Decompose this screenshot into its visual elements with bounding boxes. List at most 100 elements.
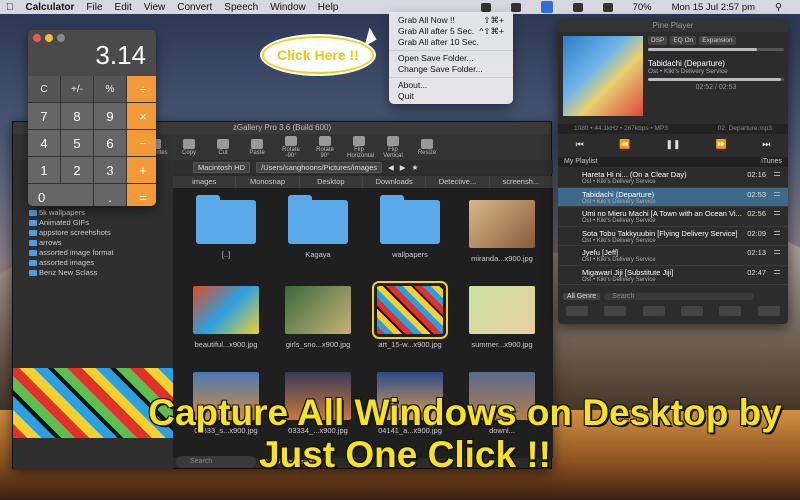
tree-item[interactable]: Animated GIFs	[13, 218, 173, 228]
zoom-icon[interactable]	[57, 34, 65, 42]
dsp-button[interactable]: DSP	[648, 36, 668, 45]
rotate-left-button[interactable]: Rotate -90°	[279, 135, 303, 159]
menu-edit[interactable]: Edit	[115, 2, 132, 13]
shuffle-icon[interactable]	[604, 306, 627, 316]
menu-app-name[interactable]: Calculator	[26, 2, 75, 13]
drag-handle-icon[interactable]	[774, 172, 780, 176]
menu-window[interactable]: Window	[270, 2, 306, 13]
folder-item[interactable]: wallpapers	[369, 195, 451, 278]
drag-handle-icon[interactable]	[774, 211, 780, 215]
pause-icon[interactable]: ❚❚	[665, 139, 680, 150]
key-3[interactable]: 3	[94, 157, 126, 183]
tab-itunes[interactable]: iTunes	[761, 157, 782, 167]
image-item[interactable]: summer...x900.jpg	[461, 286, 543, 364]
tree-item[interactable]: assorted image format	[13, 248, 173, 258]
menu-open-save-folder[interactable]: Open Save Folder...	[389, 53, 513, 64]
tab-desktop[interactable]: Desktop	[299, 176, 363, 188]
volume-slider[interactable]	[648, 48, 784, 51]
menu-convert[interactable]: Convert	[177, 2, 212, 13]
tab-detective[interactable]: Detective...	[426, 176, 490, 188]
playlist-search[interactable]: Search	[604, 292, 755, 300]
key-sign[interactable]: +/-	[61, 76, 93, 102]
close-icon[interactable]	[33, 34, 41, 42]
image-item[interactable]: beautiful...x900.jpg	[185, 286, 267, 364]
back-icon[interactable]: ◀	[388, 163, 394, 172]
key-1[interactable]: 1	[28, 157, 60, 183]
progress-bar[interactable]	[648, 78, 784, 81]
playlist-row[interactable]: Sota Tobu Takkyuubin [Flying Delivery Se…	[558, 227, 788, 246]
drag-handle-icon[interactable]	[774, 269, 780, 274]
flip-horizontal-button[interactable]: Flip Horizontal	[347, 135, 374, 159]
tab-downloads[interactable]: Downloads	[362, 176, 427, 188]
volume-select[interactable]: Macintosh HD	[193, 161, 251, 173]
eq-preset[interactable]: Expansion	[699, 36, 736, 45]
menu-change-save-folder[interactable]: Change Save Folder...	[389, 64, 513, 75]
clock[interactable]: Mon 15 Jul 2:57 pm	[672, 2, 755, 13]
status-icon[interactable]	[510, 2, 521, 12]
menu-view[interactable]: View	[144, 2, 166, 13]
key-5[interactable]: 5	[61, 130, 93, 156]
repeat-icon[interactable]	[566, 306, 589, 316]
genre-select[interactable]: All Genre	[563, 292, 601, 300]
settings-icon[interactable]	[757, 306, 780, 316]
battery-level[interactable]: 70%	[633, 2, 652, 13]
tree-item[interactable]: arrows	[13, 238, 173, 248]
key-equals[interactable]: =	[127, 184, 156, 206]
grab-all-icon[interactable]	[540, 1, 553, 13]
rewind-icon[interactable]: ⏪	[619, 139, 630, 150]
key-plus[interactable]: +	[127, 157, 156, 183]
resize-button[interactable]: Resize	[415, 138, 439, 156]
next-icon[interactable]: ⏭	[762, 139, 770, 150]
image-item[interactable]: miranda...x900.jpg	[461, 200, 543, 278]
menu-quit[interactable]: Quit	[389, 91, 513, 102]
playlist-row[interactable]: Hareta Hi ni... (On a Clear Day) Ost • Ki…	[558, 168, 788, 188]
key-0[interactable]: 0	[28, 184, 93, 206]
minimize-icon[interactable]	[45, 34, 53, 42]
image-item-selected[interactable]: art_15-w...x900.jpg	[369, 281, 451, 364]
flip-vertical-button[interactable]: Flip Vertical	[381, 135, 405, 159]
key-multiply[interactable]: ×	[127, 103, 156, 129]
menu-speech[interactable]: Speech	[224, 2, 258, 13]
drag-handle-icon[interactable]	[774, 191, 780, 196]
apple-icon[interactable]: 	[6, 2, 14, 13]
image-item[interactable]: girls_sno...x900.jpg	[277, 286, 359, 364]
playlist-row[interactable]: Umi no Mieru Machi [A Town with an Ocean…	[558, 207, 788, 227]
menu-file[interactable]: File	[86, 2, 102, 13]
status-icon[interactable]	[572, 2, 583, 12]
tab-my-playlist[interactable]: My Playlist	[564, 157, 597, 167]
menu-grab-5sec[interactable]: Grab All after 5 Sec. ^⇧⌘+	[389, 26, 513, 37]
folder-item[interactable]: Kagaya	[277, 195, 359, 278]
export-icon[interactable]	[681, 306, 704, 316]
tab-images[interactable]: images	[173, 176, 237, 188]
eq-toggle[interactable]: EQ On	[670, 36, 697, 45]
menu-about[interactable]: About...	[389, 80, 513, 91]
prev-icon[interactable]: ⏮	[576, 139, 584, 150]
key-clear[interactable]: C	[28, 76, 60, 102]
parent-folder[interactable]: [..]	[185, 195, 267, 278]
key-6[interactable]: 6	[94, 130, 126, 156]
key-2[interactable]: 2	[61, 157, 93, 183]
search-icon[interactable]: ⚲	[775, 2, 782, 13]
add-icon[interactable]	[642, 306, 665, 316]
key-8[interactable]: 8	[61, 103, 93, 129]
copy-button[interactable]: Copy	[177, 138, 201, 156]
wifi-icon[interactable]	[602, 2, 613, 12]
playlist-row[interactable]: Jyefu [Jeff] Ost • Kiki's Delivery Servic…	[558, 246, 788, 266]
drag-handle-icon[interactable]	[774, 230, 780, 235]
status-icon[interactable]	[480, 2, 491, 12]
tree-item[interactable]: appstore screehshots	[13, 228, 173, 238]
path-select[interactable]: /Users/sanghoons/Pictures/images	[256, 161, 382, 173]
forward-icon[interactable]: ⏩	[716, 139, 727, 150]
tree-item[interactable]: assorted images	[13, 258, 173, 268]
playlist-icon[interactable]	[719, 306, 742, 316]
key-percent[interactable]: %	[94, 76, 126, 102]
menu-grab-now[interactable]: Grab All Now !! ⇧⌘+	[389, 15, 513, 26]
key-minus[interactable]: −	[127, 130, 156, 156]
key-decimal[interactable]: .	[94, 184, 126, 206]
cut-button[interactable]: Cut	[211, 138, 235, 156]
tree-item[interactable]: Benz New Sclass	[13, 268, 173, 278]
menu-grab-10sec[interactable]: Grab All after 10 Sec.	[389, 37, 513, 48]
tree-item[interactable]: 5k wallpapers	[13, 208, 173, 218]
drag-handle-icon[interactable]	[774, 250, 780, 254]
forward-icon[interactable]: ▶	[400, 163, 406, 172]
